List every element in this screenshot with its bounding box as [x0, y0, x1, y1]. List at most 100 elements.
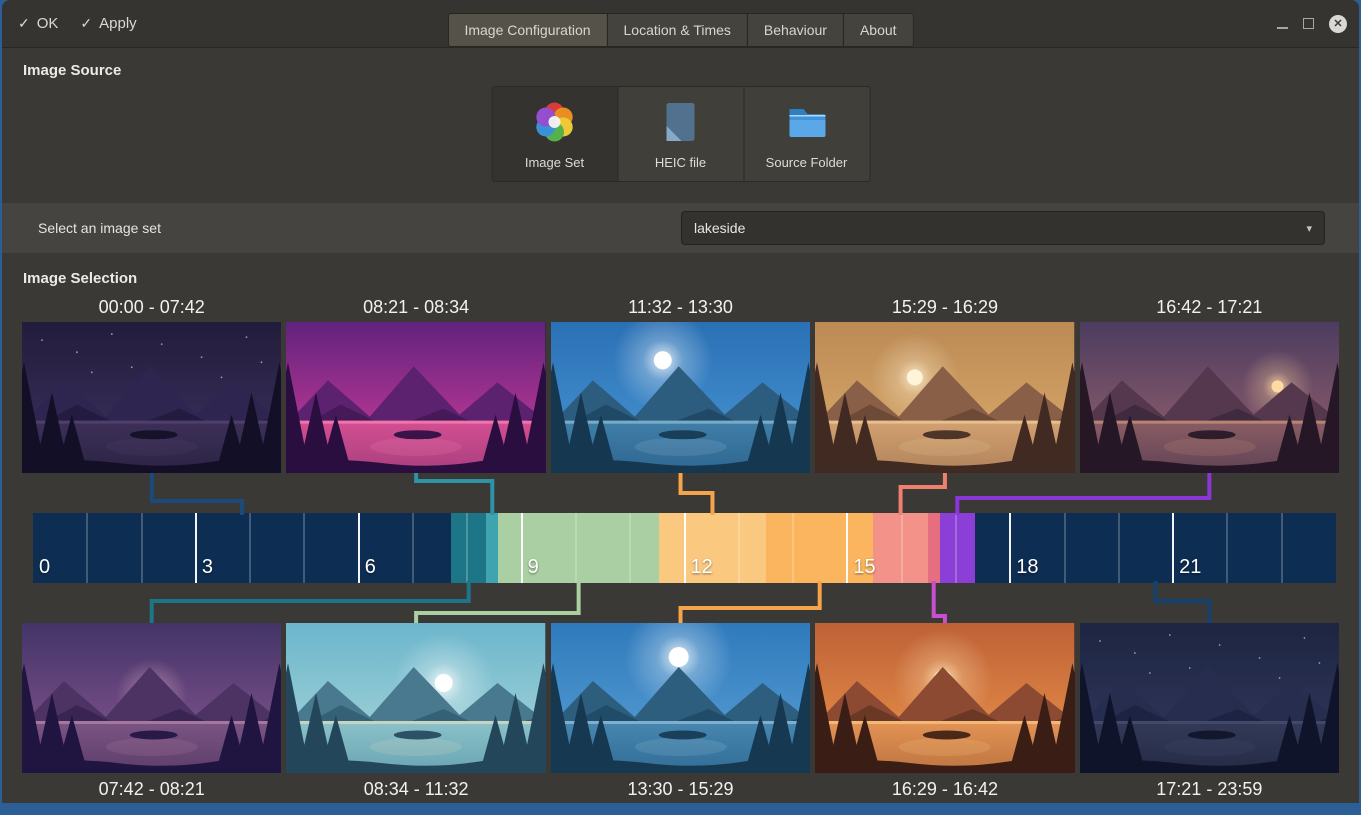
titlebar-actions: ✓ OK ✓ Apply — [18, 0, 137, 47]
header-tabs: Image ConfigurationLocation & TimesBehav… — [447, 13, 913, 47]
source-folder-icon — [783, 98, 831, 146]
image-set-dropdown-value: lakeside — [694, 220, 1306, 236]
window-controls: ✕ — [1277, 0, 1347, 47]
time-range-label: 00:00 - 07:42 — [22, 297, 281, 318]
hour-tick — [412, 513, 414, 583]
timeline-segment[interactable] — [928, 513, 940, 583]
source-button-label: Source Folder — [766, 155, 848, 170]
heic-file-button[interactable]: HEIC file — [617, 86, 744, 182]
timeline-segment[interactable] — [33, 513, 451, 583]
tab-location-times[interactable]: Location & Times — [607, 13, 748, 47]
top-thumbnails — [22, 322, 1339, 473]
hour-tick — [1226, 513, 1228, 583]
time-range-label: 16:29 - 16:42 — [815, 779, 1074, 800]
connector-line — [416, 473, 492, 515]
wallpaper-thumbnail[interactable] — [22, 322, 281, 473]
maximize-icon[interactable] — [1303, 18, 1314, 29]
hour-tick — [955, 513, 957, 583]
image-set-dropdown[interactable]: lakeside ▾ — [681, 211, 1325, 245]
apply-button[interactable]: ✓ Apply — [80, 15, 136, 32]
connector-line — [957, 473, 1209, 515]
tab-about[interactable]: About — [843, 13, 914, 47]
time-range-label: 11:32 - 13:30 — [551, 297, 810, 318]
heic-file-icon — [657, 98, 705, 146]
image-set-button[interactable]: Image Set — [491, 86, 618, 182]
hour-tick — [1118, 513, 1120, 583]
chevron-down-icon: ▾ — [1306, 222, 1312, 235]
hour-tick — [1281, 513, 1283, 583]
connector-line — [152, 581, 469, 623]
hour-tick — [792, 513, 794, 583]
hour-tick — [575, 513, 577, 583]
hour-label: 6 — [365, 556, 376, 579]
top-time-labels: 00:00 - 07:4208:21 - 08:3411:32 - 13:301… — [22, 297, 1339, 318]
wallpaper-thumbnail[interactable] — [1080, 623, 1339, 773]
time-range-label: 17:21 - 23:59 — [1080, 779, 1339, 800]
image-selection-header: Image Selection — [23, 270, 137, 287]
wallpaper-thumbnail[interactable] — [22, 623, 281, 773]
hour-label: 3 — [202, 556, 213, 579]
hour-label: 15 — [853, 556, 875, 579]
hour-tick — [358, 513, 360, 583]
timeline-segment[interactable] — [486, 513, 498, 583]
hour-label: 21 — [1179, 556, 1201, 579]
select-image-set-label: Select an image set — [38, 203, 161, 253]
image-set-icon — [531, 98, 579, 146]
hour-tick — [141, 513, 143, 583]
bottom-thumbnails — [22, 623, 1339, 773]
ok-button-label: OK — [37, 15, 59, 32]
hour-tick — [1172, 513, 1174, 583]
app-window: ✓ OK ✓ Apply Image ConfigurationLocation… — [2, 0, 1359, 803]
time-range-label: 15:29 - 16:29 — [815, 297, 1074, 318]
hour-label: 9 — [528, 556, 539, 579]
connector-line — [901, 473, 945, 515]
minimize-icon[interactable] — [1277, 27, 1288, 29]
connector-line — [681, 473, 713, 515]
timeline-segment[interactable] — [451, 513, 486, 583]
hour-tick — [629, 513, 631, 583]
wallpaper-thumbnail[interactable] — [551, 623, 810, 773]
hour-tick — [1009, 513, 1011, 583]
image-source-buttons: Image Set HEIC file Source Folder — [491, 86, 870, 182]
ok-button[interactable]: ✓ OK — [18, 15, 58, 32]
tab-behaviour[interactable]: Behaviour — [747, 13, 844, 47]
wallpaper-thumbnail[interactable] — [551, 322, 810, 473]
source-button-label: Image Set — [525, 155, 584, 170]
time-range-label: 16:42 - 17:21 — [1080, 297, 1339, 318]
main-content: Image Source Image Set HEIC file Source … — [2, 48, 1359, 803]
hour-tick — [195, 513, 197, 583]
connector-line — [1155, 581, 1209, 623]
time-range-label: 13:30 - 15:29 — [551, 779, 810, 800]
timeline-segment[interactable] — [940, 513, 975, 583]
tab-image-configuration[interactable]: Image Configuration — [447, 13, 607, 47]
check-icon: ✓ — [18, 15, 30, 32]
time-range-label: 08:21 - 08:34 — [286, 297, 545, 318]
titlebar[interactable]: ✓ OK ✓ Apply Image ConfigurationLocation… — [2, 0, 1359, 48]
apply-button-label: Apply — [99, 15, 137, 32]
hour-tick — [521, 513, 523, 583]
bottom-time-labels: 07:42 - 08:2108:34 - 11:3213:30 - 15:291… — [22, 779, 1339, 800]
source-button-label: HEIC file — [655, 155, 706, 170]
wallpaper-thumbnail[interactable] — [286, 322, 545, 473]
timeline-bar: 0 3 6 9 12 15 18 21 — [33, 513, 1336, 583]
time-range-label: 08:34 - 11:32 — [286, 779, 545, 800]
hour-tick — [303, 513, 305, 583]
wallpaper-thumbnail[interactable] — [286, 623, 545, 773]
time-range-label: 07:42 - 08:21 — [22, 779, 281, 800]
close-icon[interactable]: ✕ — [1329, 15, 1347, 33]
hour-tick — [738, 513, 740, 583]
hour-tick — [901, 513, 903, 583]
connector-line — [152, 473, 242, 515]
wallpaper-thumbnail[interactable] — [1080, 322, 1339, 473]
wallpaper-thumbnail[interactable] — [815, 322, 1074, 473]
image-source-header: Image Source — [23, 62, 121, 79]
hour-label: 12 — [691, 556, 713, 579]
hour-tick — [1064, 513, 1066, 583]
hour-tick — [249, 513, 251, 583]
wallpaper-thumbnail[interactable] — [815, 623, 1074, 773]
hour-label: 18 — [1016, 556, 1038, 579]
hour-label: 0 — [39, 556, 50, 579]
source-folder-button[interactable]: Source Folder — [743, 86, 870, 182]
hour-tick — [684, 513, 686, 583]
connector-line — [681, 581, 820, 623]
